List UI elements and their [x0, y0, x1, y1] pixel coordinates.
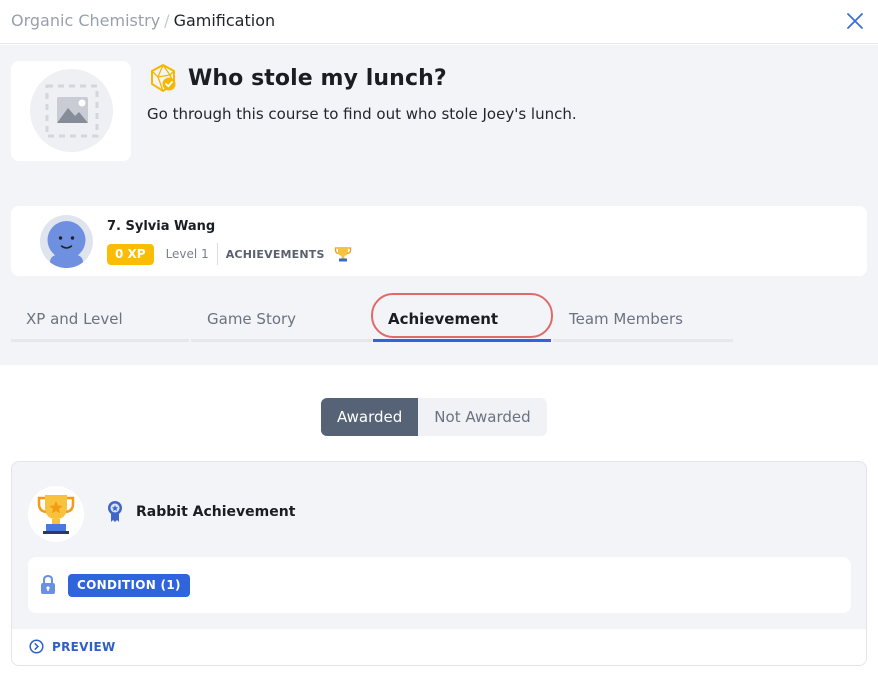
preview-footer: PREVIEW — [12, 629, 866, 665]
chevron-right-circle-icon — [29, 639, 44, 654]
user-stats: 0 XP Level 1 ACHIEVEMENTS — [107, 243, 352, 265]
preview-button[interactable]: PREVIEW — [29, 639, 116, 654]
tab-xp-and-level[interactable]: XP and Level — [11, 295, 189, 342]
avatar — [40, 215, 93, 268]
filter-awarded[interactable]: Awarded — [321, 398, 419, 436]
breadcrumb-separator: / — [164, 11, 170, 30]
tab-achievement[interactable]: Achievement — [373, 295, 551, 342]
breadcrumb-current: Gamification — [173, 11, 276, 30]
tab-game-story[interactable]: Game Story — [191, 295, 372, 342]
avatar-face-icon — [47, 221, 86, 268]
course-header: Who stole my lunch? Go through this cour… — [0, 45, 878, 365]
lock-icon — [41, 574, 55, 594]
course-title-row: Who stole my lunch? — [148, 63, 447, 93]
trophy-icon — [37, 495, 75, 534]
course-title: Who stole my lunch? — [188, 65, 447, 91]
condition-box: CONDITION (1) — [28, 557, 851, 613]
achievements-label: ACHIEVEMENTS — [225, 247, 325, 261]
course-cover — [11, 61, 131, 161]
top-bar: Organic Chemistry / Gamification — [0, 0, 878, 44]
filter-not-awarded[interactable]: Not Awarded — [418, 398, 546, 436]
trophy-icon — [334, 247, 351, 262]
divider — [216, 243, 218, 265]
achievement-image — [28, 486, 84, 542]
award-filter-toggle: Awarded Not Awarded — [321, 398, 547, 436]
course-description: Go through this course to find out who s… — [147, 105, 577, 123]
breadcrumb: Organic Chemistry / Gamification — [11, 11, 275, 31]
image-placeholder-icon — [45, 84, 99, 138]
user-card: 7. Sylvia Wang 0 XP Level 1 ACHIEVEMENTS — [11, 206, 867, 276]
award-ribbon-icon — [108, 501, 122, 522]
achievement-card: Rabbit Achievement CONDITION (1) PREVIEW — [11, 461, 867, 666]
close-icon — [847, 13, 863, 29]
tab-team-members[interactable]: Team Members — [553, 295, 733, 342]
user-level: Level 1 — [165, 247, 209, 261]
close-button[interactable] — [844, 10, 866, 32]
gamification-badge-icon — [151, 63, 176, 93]
user-name: 7. Sylvia Wang — [107, 219, 216, 234]
achievement-title-row: Rabbit Achievement — [106, 500, 295, 524]
breadcrumb-parent[interactable]: Organic Chemistry — [11, 11, 160, 30]
preview-label: PREVIEW — [52, 639, 116, 654]
xp-badge: 0 XP — [107, 243, 154, 265]
condition-badge[interactable]: CONDITION (1) — [68, 574, 190, 597]
achievement-name: Rabbit Achievement — [136, 504, 296, 520]
